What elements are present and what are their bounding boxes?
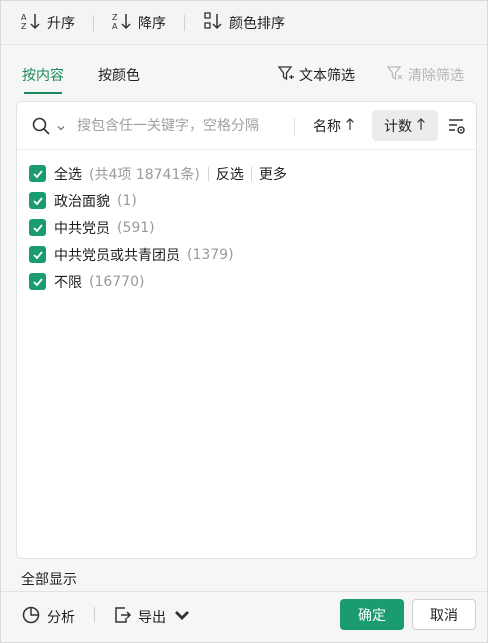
text-filter-label: 文本筛选	[299, 68, 355, 84]
divider	[184, 14, 185, 31]
tab-by-content[interactable]: 按内容	[22, 65, 64, 94]
clear-filter-label: 清除筛选	[408, 68, 464, 84]
divider	[1, 591, 487, 592]
text-filter-button[interactable]: 文本筛选	[277, 64, 355, 86]
checkbox[interactable]	[29, 165, 46, 182]
sort-bar: AZ 升序 ZA 降序 颜色排序	[1, 1, 487, 45]
item-count: (1379)	[187, 246, 234, 263]
search-icon[interactable]	[31, 116, 51, 136]
color-sort-button[interactable]: 颜色排序	[203, 11, 285, 35]
svg-text:Z: Z	[21, 22, 27, 31]
sort-descending-button[interactable]: ZA 降序	[112, 11, 166, 35]
sort-by-count-button[interactable]: 计数	[372, 110, 438, 141]
sort-descending-icon: ZA	[112, 11, 132, 35]
search-input[interactable]	[77, 114, 297, 138]
list-item[interactable]: 政治面貌 (1)	[29, 187, 469, 214]
arrow-up-icon	[416, 117, 426, 135]
item-count: (591)	[117, 219, 155, 236]
divider	[94, 607, 95, 623]
checkbox[interactable]	[29, 246, 46, 263]
filter-tabs: 按内容 按颜色 文本筛选 清除筛选	[1, 53, 487, 94]
value-list: 全选 (共4项 18741条) 反选 更多 政治面貌 (1) 中共党员 (591	[29, 160, 469, 295]
svg-text:A: A	[21, 13, 27, 22]
sort-ascending-button[interactable]: AZ 升序	[21, 11, 75, 35]
item-label: 政治面貌	[54, 193, 110, 210]
value-list-box: 名称 计数 全选 (共4项 18741条)	[16, 101, 477, 559]
list-item[interactable]: 中共党员 (591)	[29, 214, 469, 241]
checkbox[interactable]	[29, 273, 46, 290]
checkbox[interactable]	[29, 219, 46, 236]
sort-descending-label: 降序	[138, 15, 166, 32]
tab-by-color[interactable]: 按颜色	[98, 65, 140, 85]
pie-chart-icon	[21, 605, 41, 629]
analyze-label: 分析	[47, 610, 75, 626]
divider	[93, 14, 94, 31]
search-row: 名称 计数	[17, 102, 476, 150]
funnel-icon	[277, 64, 295, 86]
export-icon	[112, 605, 132, 629]
more-link[interactable]: 更多	[259, 164, 287, 184]
list-item[interactable]: 不限 (16770)	[29, 268, 469, 295]
item-label: 不限	[54, 274, 82, 291]
ok-button[interactable]: 确定	[340, 599, 404, 630]
filter-panel: AZ 升序 ZA 降序 颜色排序 按内容 按颜色 文本筛选 清除筛选 搜包含任一…	[0, 0, 488, 643]
cancel-button[interactable]: 取消	[412, 599, 476, 630]
svg-text:A: A	[112, 22, 118, 31]
analyze-button[interactable]: 分析	[21, 605, 75, 629]
sort-ascending-icon: AZ	[21, 11, 41, 35]
chevron-down-icon[interactable]	[56, 121, 66, 131]
sort-by-count-label: 计数	[384, 118, 412, 135]
color-sort-icon	[203, 11, 223, 35]
list-item[interactable]: 中共党员或共青团员 (1379)	[29, 241, 469, 268]
color-sort-label: 颜色排序	[229, 15, 285, 32]
item-label: 中共党员或共青团员	[54, 247, 180, 264]
list-item-select-all[interactable]: 全选 (共4项 18741条) 反选 更多	[29, 160, 469, 187]
select-all-label: 全选	[54, 166, 82, 183]
select-all-count: (共4项 18741条)	[89, 166, 200, 183]
divider	[207, 166, 209, 181]
export-button[interactable]: 导出	[112, 605, 192, 629]
svg-text:Z: Z	[112, 13, 118, 22]
sort-by-name-label: 名称	[313, 119, 341, 135]
checkbox[interactable]	[29, 192, 46, 209]
sort-by-name-button[interactable]: 名称	[313, 116, 355, 136]
arrow-up-icon	[345, 117, 355, 135]
item-count: (1)	[117, 192, 137, 209]
clear-filter-icon	[386, 64, 404, 86]
invert-selection-link[interactable]: 反选	[216, 164, 244, 184]
divider	[294, 118, 295, 136]
item-label: 中共党员	[54, 220, 110, 237]
clear-filter-button[interactable]: 清除筛选	[386, 64, 464, 86]
item-count: (16770)	[89, 273, 145, 290]
list-settings-icon[interactable]	[447, 116, 467, 136]
export-label: 导出	[138, 610, 166, 626]
sort-ascending-label: 升序	[47, 15, 75, 32]
show-all-link[interactable]: 全部显示	[21, 569, 77, 589]
chevron-down-icon	[172, 605, 192, 629]
divider	[250, 166, 252, 181]
